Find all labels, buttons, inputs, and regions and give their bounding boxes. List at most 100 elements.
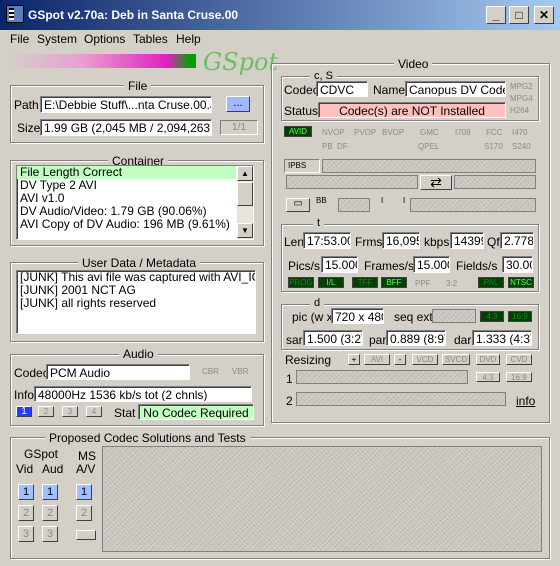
browse-button[interactable]: ... [226,96,250,112]
info-link[interactable]: info [516,394,535,408]
audio-stream-2[interactable]: 2 [38,406,54,417]
resizing-label: Resizing [285,353,332,367]
pics-field: 15.000 [321,256,358,273]
len-label: Len [284,235,305,249]
h264-tag: H264 [510,106,530,115]
close-button[interactable]: ✕ [534,6,554,24]
gradient-bar [6,54,196,68]
size-field: 1.99 GB (2,045 MB / 2,094,263 KB [40,119,212,136]
video-name-label: Name [373,83,406,97]
window-title: GSpot v2.70a: Deb in Santa Cruse.00 [28,8,239,22]
proposed-group-label: Proposed Codec Solutions and Tests [45,431,250,445]
fcc-tag: FCC [486,128,503,137]
pvop-tag: PVOP [354,128,377,137]
il-tag: I/L [318,277,344,288]
userdata-list[interactable]: [JUNK] This avi file was captured with A… [16,270,256,334]
fields-label: Fields/s [456,259,498,273]
frame-swap-icon[interactable]: ⇄ [420,175,452,190]
mpg2-tag: MPG2 [510,82,533,91]
resize-43-button[interactable]: 4:3 [476,372,500,382]
aud-test-3[interactable]: 3 [42,526,58,542]
p32-tag: 3:2 [446,279,458,288]
resize-169-button[interactable]: 16:9 [506,372,532,382]
scroll-thumb[interactable] [237,182,253,206]
aud-test-1[interactable]: 1 [42,484,58,500]
resize-avi-button[interactable]: AVI [364,354,390,365]
container-list[interactable]: File Length Correct DV Type 2 AVI AVI v1… [16,165,254,240]
ms-label: MS [78,449,96,463]
minimize-button[interactable]: _ [486,6,506,24]
i470-tag: I470 [512,128,528,137]
ntsc-tag: NTSC [508,277,534,288]
audio-group-label: Audio [119,347,158,361]
menu-system[interactable]: System [37,32,77,46]
resize-dvd-button[interactable]: DVD [476,354,500,365]
av-test-1[interactable]: 1 [76,484,92,500]
gmc-tag: GMC [420,128,439,137]
vid-test-2[interactable]: 2 [18,505,34,521]
size-label: Size [17,121,41,135]
maximize-button[interactable]: □ [509,6,529,24]
aud-test-2[interactable]: 2 [42,505,58,521]
bff-tag: BFF [381,277,407,288]
audio-stream-3[interactable]: 3 [62,406,78,417]
resize-plus-button[interactable]: + [348,354,360,365]
par-field: 0.889 (8:9) [386,330,446,346]
video-codec-label: Codec [284,83,319,97]
aud-label: Aud [42,462,64,476]
audio-stat-field: No Codec Required [138,404,254,420]
resize-row-1-label: 1 [286,372,293,386]
av-test-2[interactable]: 2 [76,505,92,521]
ppf-tag: PPF [415,279,431,288]
seqext-field [432,309,476,323]
resize-cvd-button[interactable]: CVD [506,354,532,365]
menu-options[interactable]: Options [84,32,125,46]
title-bar[interactable]: GSpot v2.70a: Deb in Santa Cruse.00 _ □ … [0,0,560,30]
frame-strip-left [286,175,418,189]
cbr-tag: CBR [202,367,219,376]
path-label: Path [14,98,39,112]
frames-field: 15.000 [413,256,450,273]
pal-tag: PAL [478,277,504,288]
video-group-label: Video [394,57,433,71]
resize-row-2-label: 2 [286,394,293,408]
gop-strip-1 [338,198,370,212]
path-field[interactable]: E:\Debbie Stuff\...nta Cruse.00.avi [40,96,212,113]
seqext-label: seq ext [394,310,433,324]
resize-vcd-button[interactable]: VCD [412,354,438,365]
av-blank-button[interactable] [76,530,96,540]
dar-field: 1.333 (4:3) [472,330,532,346]
s240-tag: S240 [512,142,531,151]
qf-label: Qf [487,235,500,249]
scroll-up-icon[interactable]: ▲ [237,166,253,181]
scroll-down-icon[interactable]: ▼ [237,223,253,238]
menu-help[interactable]: Help [176,32,201,46]
par-label: par [369,333,387,347]
userdata-group-label: User Data / Metadata [78,256,201,270]
video-name-field: Canopus DV Codec [405,81,506,97]
i-tag-1: I [381,196,384,205]
bvop-tag: BVOP [382,128,405,137]
menu-file[interactable]: File [10,32,29,46]
frame-strip-right [454,175,536,189]
audio-stream-4[interactable]: 4 [86,406,102,417]
list-item[interactable]: [JUNK] all rights reserved [17,297,255,310]
vid-test-3[interactable]: 3 [18,526,34,542]
resize-row-2-field [296,392,506,406]
s170-tag: S170 [484,142,503,151]
picture-icon[interactable]: ▭ [286,198,310,212]
resize-svcd-button[interactable]: SVCD [442,354,470,365]
menu-tables[interactable]: Tables [133,32,168,46]
resize-minus-button[interactable]: - [394,354,406,365]
nvop-tag: NVOP [322,128,345,137]
audio-stream-1[interactable]: 1 [16,406,32,417]
list-item[interactable]: AVI Copy of DV Audio: 196 MB (9.61%) [17,218,253,231]
dar-label: dar [454,333,472,347]
resize-row-1-field [296,370,468,384]
vid-test-1[interactable]: 1 [18,484,34,500]
container-scrollbar[interactable]: ▲ ▼ [236,166,253,239]
bb-tag: BB [316,196,327,205]
mpg4-tag: MPG4 [510,94,533,103]
audio-stat-label: Stat [114,406,136,420]
film-icon[interactable] [6,5,24,23]
